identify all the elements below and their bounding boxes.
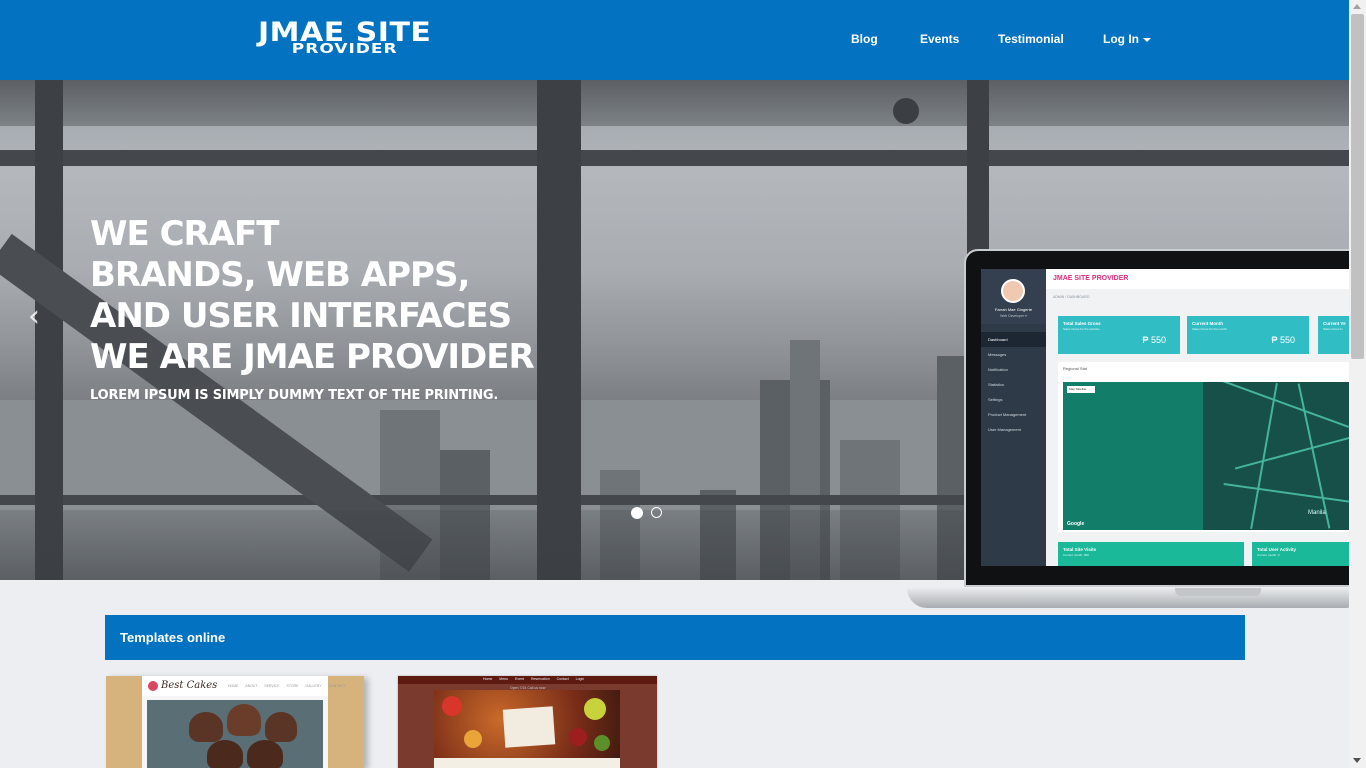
- dashboard-menu-item: Settings: [988, 397, 1003, 402]
- hero-line-3: AND USER INTERFACES: [90, 296, 512, 336]
- cupcake-decoration: [265, 712, 297, 742]
- brand-logo[interactable]: JMAE SITE PROVIDER: [258, 20, 431, 58]
- nav-link-login[interactable]: Log In: [1103, 32, 1151, 46]
- cupcake-decoration: [247, 740, 283, 768]
- laptop-mockup: Farrah Mae Gingerte Web Developer ▾ Dash…: [964, 249, 1366, 588]
- nav-link-events[interactable]: Events: [920, 32, 959, 46]
- card-subtitle: Sales Gross for the month: [1192, 327, 1227, 331]
- template-card-restaurant[interactable]: Home Menu Event Reservation Contact Logi…: [398, 676, 657, 768]
- login-label: Log In: [1103, 32, 1139, 46]
- ceiling-camera-decoration: [893, 98, 919, 124]
- cupcake-decoration: [207, 740, 243, 768]
- card-title: Current Month: [1192, 321, 1223, 326]
- laptop-base: [907, 588, 1366, 608]
- open-book-decoration: [502, 706, 556, 748]
- avatar: [1001, 279, 1025, 303]
- cupcake-logo-icon: [148, 681, 158, 691]
- card-title: Total Site Visits: [1063, 547, 1097, 552]
- dashboard-sidebar: Farrah Mae Gingerte Web Developer ▾ Dash…: [981, 269, 1046, 566]
- template-preview-image: [434, 690, 620, 766]
- panel-title: Regional Stat: [1063, 366, 1088, 371]
- map-city-label: Manila: [1308, 510, 1326, 516]
- template-card-best-cakes[interactable]: Best Cakes HOME ABOUT SERVICE STORE GALL…: [106, 676, 364, 768]
- hero-line-4: WE ARE JMAE PROVIDER: [90, 337, 535, 377]
- fruit-decoration: [584, 698, 606, 720]
- hero-line-1: WE CRAFT: [90, 214, 279, 254]
- card-title: Total User Activity: [1257, 547, 1297, 552]
- dashboard-stat-card: Current Month Sales Gross for the month …: [1187, 316, 1309, 354]
- profile-role: Web Developer ▾: [1000, 314, 1027, 318]
- template-preview-nav: Home Menu Event Reservation Contact Logi…: [398, 676, 657, 684]
- template-preview-image: [147, 700, 323, 768]
- fruit-decoration: [442, 696, 462, 716]
- fruit-decoration: [594, 735, 610, 751]
- template-preview-nav: Best Cakes HOME ABOUT SERVICE STORE GALL…: [142, 676, 345, 696]
- card-value: ₱ 550: [1142, 335, 1166, 345]
- dashboard-screenshot: Farrah Mae Gingerte Web Developer ▾ Dash…: [981, 269, 1350, 566]
- card-title: Total Sales Gross: [1063, 321, 1101, 326]
- dashboard-profile: Farrah Mae Gingerte Web Developer ▾: [981, 269, 1046, 324]
- profile-name: Farrah Mae Gingerte: [994, 307, 1033, 312]
- top-navbar: JMAE SITE PROVIDER Blog Events Testimoni…: [0, 0, 1349, 80]
- card-subtitle: Current month: 3: [1257, 553, 1280, 557]
- caret-down-icon: [1143, 37, 1151, 42]
- card-subtitle: Current month: 900: [1063, 553, 1089, 557]
- scrollbar-thumb[interactable]: [1351, 14, 1364, 359]
- hero-line-2: BRANDS, WEB APPS,: [90, 255, 470, 295]
- dashboard-menu-item: Messages: [988, 352, 1007, 357]
- dashboard-map: Map Satellite Google Manila: [1063, 382, 1350, 530]
- scroll-up-arrow-icon[interactable]: [1353, 4, 1361, 9]
- map-google-label: Google: [1067, 521, 1085, 527]
- card-value: ₱ 550: [1271, 335, 1295, 345]
- dashboard-title: JMAE SITE PROVIDER: [1053, 275, 1129, 282]
- carousel-indicators: [631, 504, 666, 522]
- template-preview-footer: [434, 758, 620, 768]
- hero-headline: WE CRAFT BRANDS, WEB APPS, AND USER INTE…: [90, 214, 535, 403]
- cupcake-decoration: [227, 704, 261, 736]
- window-frame-post: [537, 80, 559, 580]
- dashboard-bottom-card: Total User Activity Current month: 3: [1252, 542, 1350, 566]
- carousel-dot-2[interactable]: [651, 507, 663, 519]
- template-preview-logo: Best Cakes: [161, 680, 218, 691]
- templates-section-header: Templates online: [105, 615, 1245, 660]
- dashboard-stat-card: Current Ye Sales Gross fo: [1318, 316, 1350, 354]
- window-frame-post: [557, 80, 581, 580]
- hero-subtitle: LOREM IPSUM IS SIMPLY DUMMY TEXT OF THE …: [90, 388, 499, 403]
- card-title: Current Ye: [1323, 321, 1346, 326]
- window-frame-beam: [0, 150, 1349, 166]
- dashboard-bottom-card: Total Site Visits Current month: 900: [1058, 542, 1244, 566]
- chevron-left-icon[interactable]: ‹: [28, 302, 48, 332]
- nav-link-testimonial[interactable]: Testimonial: [998, 32, 1064, 46]
- dashboard-stat-card: Total Sales Gross Sales Gross for the we…: [1058, 316, 1180, 354]
- dashboard-breadcrumb: ADMIN / DASHBOARD: [1053, 295, 1090, 299]
- page-scrollbar[interactable]: [1349, 0, 1366, 768]
- dashboard-menu-item: Notification: [988, 367, 1008, 372]
- template-preview-menu: Home Menu Event Reservation Contact Logi…: [483, 677, 585, 681]
- card-subtitle: Sales Gross fo: [1323, 327, 1343, 331]
- dashboard-map-panel: Regional Stat Map Satellite Google Manil…: [1058, 362, 1350, 532]
- cupcake-decoration: [189, 712, 223, 742]
- hero-ceiling: [0, 80, 1349, 126]
- laptop-notch: [1175, 588, 1261, 596]
- dashboard-menu-item: Product Management: [988, 412, 1027, 417]
- scroll-down-arrow-icon[interactable]: [1353, 758, 1361, 763]
- card-subtitle: Sales Gross for the website: [1063, 327, 1100, 331]
- template-preview-menu: HOME ABOUT SERVICE STORE GALLERY CONTACT: [228, 684, 346, 688]
- dashboard-menu-item: User Management: [988, 427, 1021, 432]
- dashboard-menu-item: Dashboard: [981, 332, 1046, 347]
- carousel-dot-1[interactable]: [631, 506, 643, 519]
- fruit-decoration: [569, 728, 587, 746]
- map-type-toggle: Map Satellite: [1067, 386, 1095, 393]
- brand-subtitle: PROVIDER: [291, 41, 398, 58]
- fruit-decoration: [464, 730, 482, 748]
- dashboard-menu-item: Statistics: [988, 382, 1005, 387]
- section-title: Templates online: [120, 630, 226, 645]
- nav-link-blog[interactable]: Blog: [851, 32, 878, 46]
